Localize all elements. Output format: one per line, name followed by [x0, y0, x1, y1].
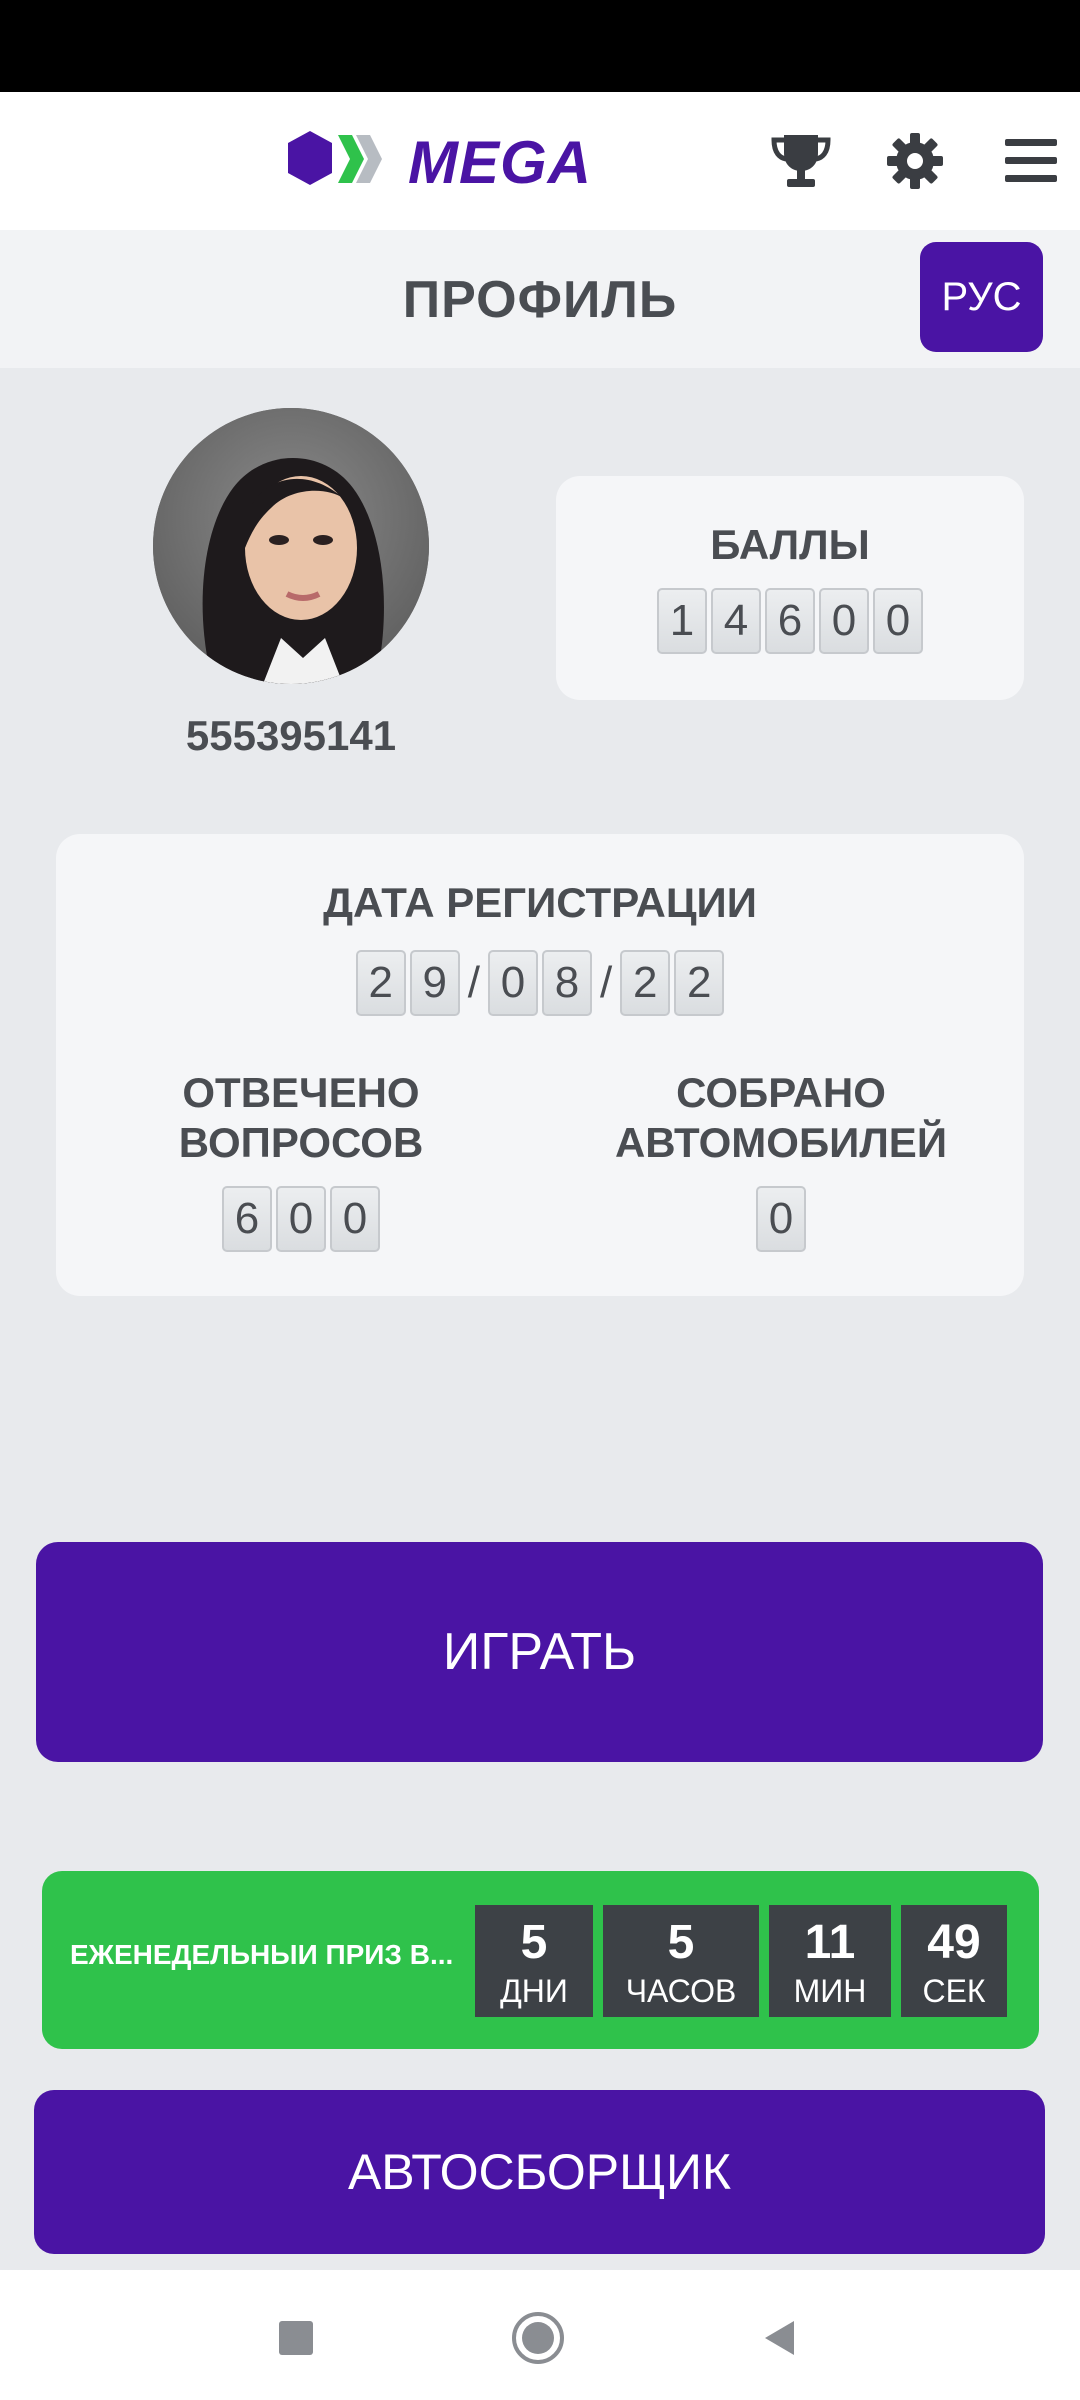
play-button[interactable]: ИГРАТЬ: [36, 1542, 1043, 1762]
home-icon[interactable]: [510, 2310, 566, 2366]
countdown-hours-unit: ЧАСОВ: [625, 1973, 737, 2009]
back-icon[interactable]: [752, 2310, 808, 2366]
answered-digit: 0: [330, 1186, 380, 1252]
answered-digit: 0: [276, 1186, 326, 1252]
title-bar: ПРОФИЛЬ РУС: [0, 230, 1080, 368]
countdown-days-value: 5: [520, 1916, 548, 1969]
weekly-prize-label: ЕЖЕНЕДЕЛЬНЫИ ПРИЗ В...: [70, 1939, 454, 1970]
auto-assembler-button[interactable]: АВТОСБОРЩИК: [34, 2090, 1045, 2254]
countdown-hours: 5 ЧАСОВ: [603, 1905, 759, 2017]
countdown-seconds-unit: СЕК: [922, 1973, 986, 2009]
points-card: БАЛЛЫ 1 4 6 0 0: [556, 476, 1024, 700]
mega-logo-text: MEGA: [408, 128, 592, 196]
countdown-minutes-unit: МИН: [793, 1973, 867, 2009]
date-separator: /: [467, 958, 480, 1007]
date-digit: 0: [488, 950, 538, 1016]
language-button[interactable]: РУС: [920, 242, 1043, 352]
points-digit: 0: [819, 588, 869, 654]
stats-card: ДАТА РЕГИСТРАЦИИ 2 9 / 0 8 / 2 2 ОТВЕЧЕН…: [56, 834, 1024, 1296]
cars-digit: 0: [756, 1186, 806, 1252]
points-digit: 0: [873, 588, 923, 654]
user-id: 555395141: [185, 712, 397, 759]
points-counter: 1 4 6 0 0: [556, 588, 1024, 654]
system-navigation-bar: [0, 2270, 1080, 2400]
countdown-days-unit: ДНИ: [500, 1973, 568, 2009]
weekly-prize-bar[interactable]: ЕЖЕНЕДЕЛЬНЫИ ПРИЗ В... 5 ДНИ 5 ЧАСОВ 11 …: [42, 1871, 1039, 2049]
countdown-minutes: 11 МИН: [769, 1905, 891, 2017]
cars-counter: 0: [576, 1186, 986, 1252]
points-digit: 1: [657, 588, 707, 654]
recent-apps-icon[interactable]: [268, 2310, 324, 2366]
answered-counter: 6 0 0: [116, 1186, 486, 1252]
answered-label-line1: ОТВЕЧЕНО: [182, 1069, 420, 1116]
avatar[interactable]: [153, 408, 429, 684]
trophy-icon[interactable]: [766, 126, 836, 196]
date-digit: 9: [409, 950, 460, 1016]
registration-label: ДАТА РЕГИСТРАЦИИ: [323, 879, 757, 926]
date-digit: 2: [674, 950, 725, 1016]
date-separator: /: [600, 958, 613, 1007]
page-title: ПРОФИЛЬ: [402, 271, 678, 329]
answered-digit: 6: [222, 1186, 272, 1252]
date-digit: 2: [620, 950, 671, 1016]
gear-icon[interactable]: [880, 126, 950, 196]
mega-logo-mark: [286, 127, 406, 197]
countdown-days: 5 ДНИ: [475, 1905, 593, 2017]
points-digit: 6: [765, 588, 815, 654]
countdown-seconds: 49 СЕК: [901, 1905, 1007, 2017]
menu-icon[interactable]: [996, 126, 1066, 196]
date-digit: 2: [355, 950, 406, 1016]
date-digit: 8: [542, 950, 592, 1016]
points-label: БАЛЛЫ: [710, 521, 870, 568]
top-app-bar: MEGA: [0, 92, 1080, 230]
status-bar: [0, 0, 1080, 92]
answered-label-line2: ВОПРОСОВ: [178, 1119, 424, 1166]
cars-label: СОБРАНО АВТОМОБИЛЕЙ: [576, 1068, 986, 1168]
cars-label-line1: СОБРАНО: [676, 1069, 886, 1116]
cars-label-line2: АВТОМОБИЛЕЙ: [614, 1119, 948, 1166]
countdown-hours-value: 5: [667, 1916, 695, 1969]
countdown-seconds-value: 49: [927, 1916, 981, 1969]
mega-logo: MEGA: [286, 127, 592, 197]
registration-date: 2 9 / 0 8 / 2 2: [56, 950, 1024, 1016]
answered-label: ОТВЕЧЕНО ВОПРОСОВ: [116, 1068, 486, 1168]
countdown-minutes-value: 11: [804, 1916, 856, 1969]
points-digit: 4: [711, 588, 761, 654]
